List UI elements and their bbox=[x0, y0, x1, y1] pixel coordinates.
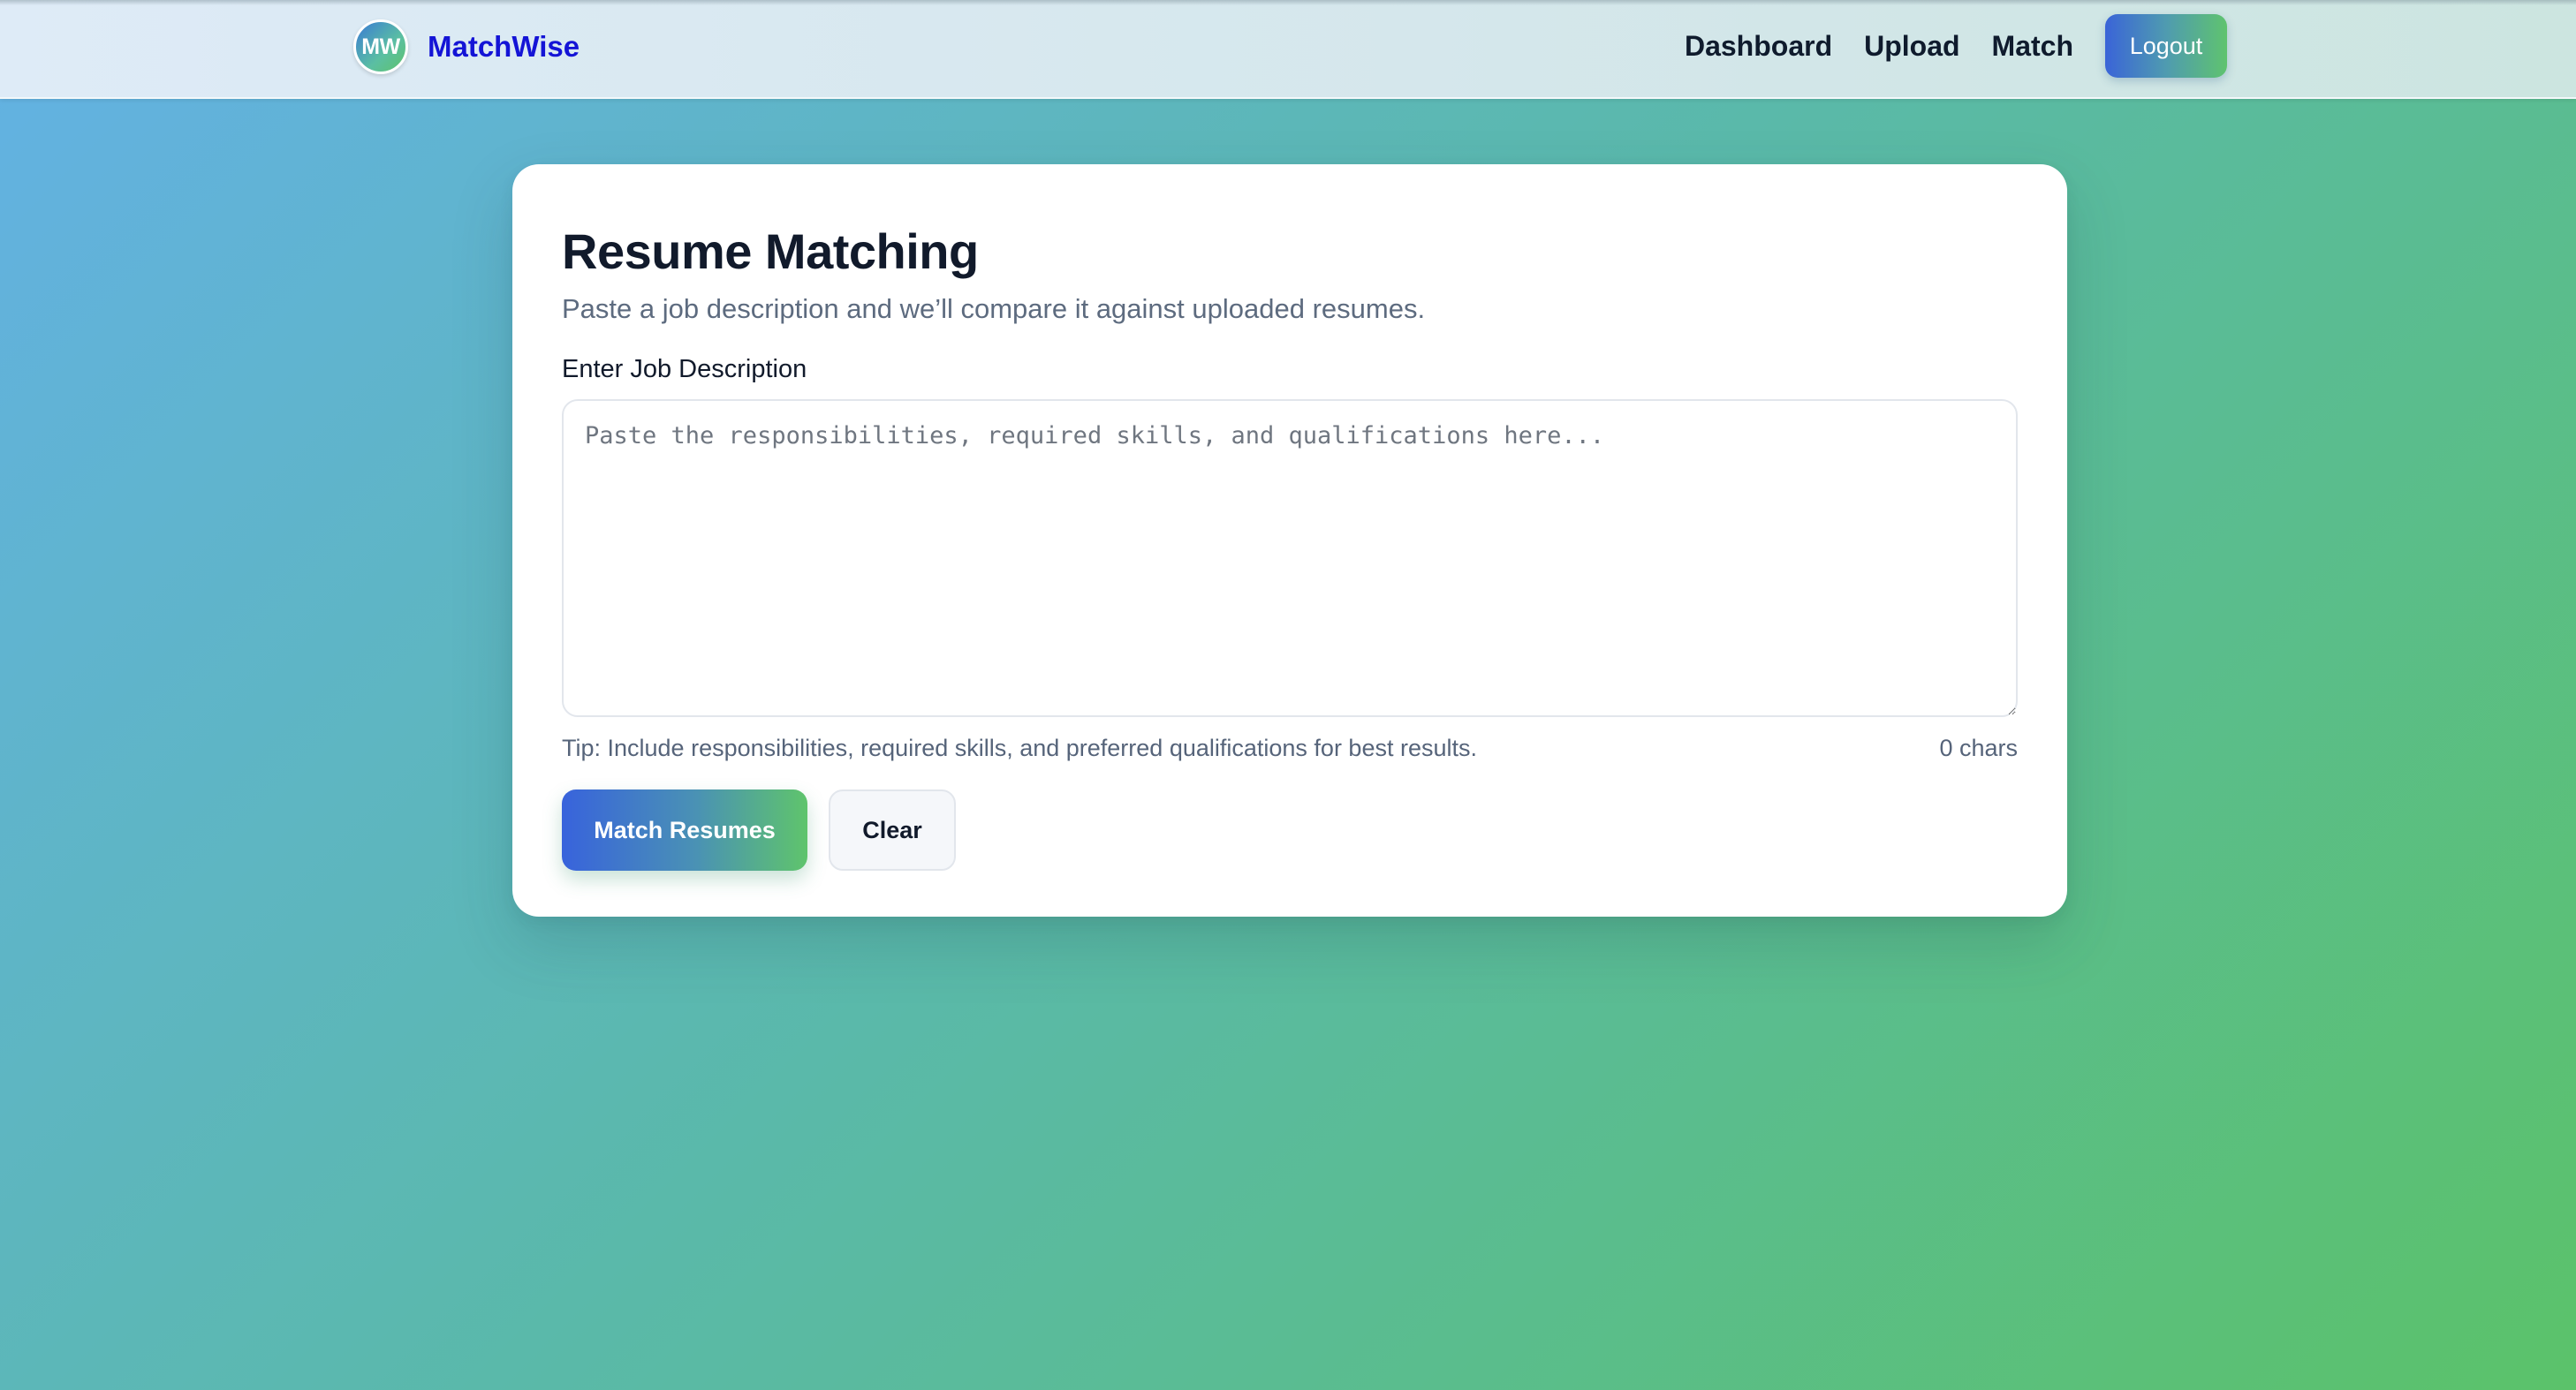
brand-logo: MW bbox=[353, 19, 408, 74]
match-resumes-button[interactable]: Match Resumes bbox=[562, 789, 807, 871]
page-subtitle: Paste a job description and we’ll compar… bbox=[562, 293, 1426, 324]
nav-link-match[interactable]: Match bbox=[1992, 30, 2073, 63]
nav-link-dashboard[interactable]: Dashboard bbox=[1685, 30, 1832, 63]
job-description-textarea[interactable] bbox=[562, 399, 2018, 717]
char-count: 0 chars bbox=[1939, 735, 2018, 761]
logout-button[interactable]: Logout bbox=[2105, 14, 2227, 78]
nav-link-upload[interactable]: Upload bbox=[1864, 30, 1959, 63]
tip-text: Tip: Include responsibilities, required … bbox=[562, 735, 1477, 761]
resume-matching-card: Resume Matching Paste a job description … bbox=[512, 164, 2067, 917]
brand-name: MatchWise bbox=[428, 30, 580, 63]
clear-button[interactable]: Clear bbox=[829, 789, 956, 871]
page-title: Resume Matching bbox=[562, 223, 979, 279]
job-description-label: Enter Job Description bbox=[562, 355, 807, 383]
brand-home-link[interactable]: MW MatchWise bbox=[353, 18, 580, 76]
nav-links: Dashboard Upload Match Logout bbox=[1685, 14, 2227, 78]
top-navbar: MW MatchWise Dashboard Upload Match Logo… bbox=[0, 0, 2576, 99]
